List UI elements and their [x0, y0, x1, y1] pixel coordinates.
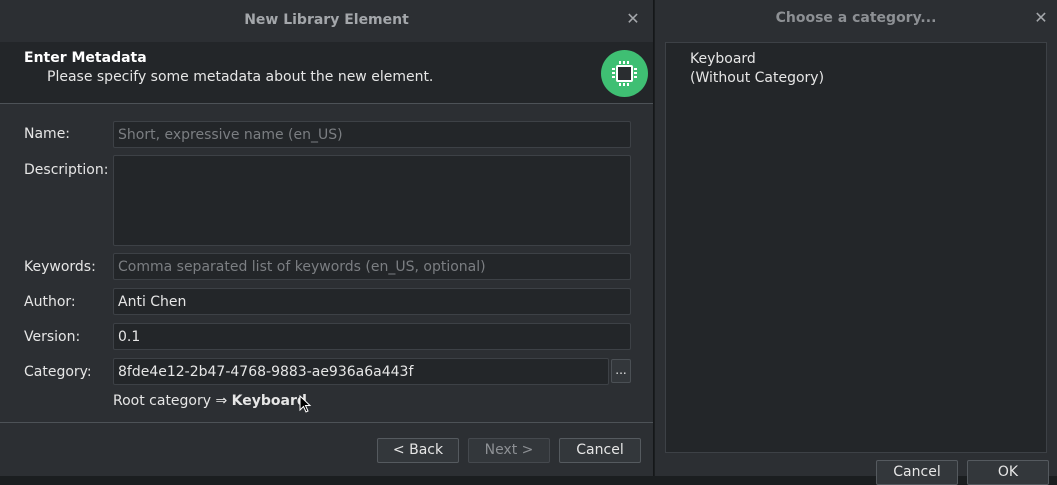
- back-button[interactable]: < Back: [377, 438, 459, 463]
- close-icon[interactable]: ✕: [1033, 8, 1049, 28]
- cancel-button[interactable]: Cancel: [559, 438, 641, 463]
- name-label: Name:: [24, 126, 71, 142]
- category-item-keyboard[interactable]: Keyboard: [690, 51, 756, 67]
- category-label: Category:: [24, 364, 92, 380]
- chip-icon: [601, 50, 648, 97]
- category-item-without-category[interactable]: (Without Category): [690, 70, 824, 86]
- mouse-cursor-icon: [299, 395, 312, 413]
- chooser-cancel-button[interactable]: Cancel: [876, 460, 958, 485]
- author-input[interactable]: [113, 288, 631, 315]
- next-button[interactable]: Next >: [468, 438, 550, 463]
- choose-category-dialog: Choose a category... ✕ Keyboard (Without…: [655, 0, 1057, 485]
- author-label: Author:: [24, 294, 76, 310]
- wizard-footer: < Back Next > Cancel: [0, 422, 653, 476]
- chooser-ok-button[interactable]: OK: [967, 460, 1049, 485]
- name-input[interactable]: [113, 121, 631, 148]
- version-input[interactable]: [113, 323, 631, 350]
- dialog-title: New Library Element: [244, 12, 409, 28]
- keywords-input[interactable]: [113, 253, 631, 280]
- category-input[interactable]: [113, 358, 609, 385]
- close-icon[interactable]: ✕: [625, 9, 641, 29]
- description-label: Description:: [24, 162, 109, 178]
- wizard-header: Enter Metadata Please specify some metad…: [0, 42, 653, 104]
- version-label: Version:: [24, 329, 81, 345]
- title-bar: New Library Element ✕: [0, 0, 653, 42]
- root-category-prefix: Root category ⇒: [113, 393, 232, 409]
- new-library-element-dialog: New Library Element ✕ Enter Metadata Ple…: [0, 0, 654, 476]
- root-category-path: Root category ⇒ Keyboard: [113, 393, 307, 409]
- keywords-label: Keywords:: [24, 259, 96, 275]
- chooser-title: Choose a category...: [775, 10, 937, 26]
- browse-category-button[interactable]: ...: [611, 359, 631, 383]
- root-category-name: Keyboard: [231, 393, 307, 409]
- description-textarea[interactable]: [113, 155, 631, 246]
- page-subtitle: Please specify some metadata about the n…: [47, 69, 434, 85]
- category-tree[interactable]: Keyboard (Without Category): [665, 42, 1047, 453]
- page-title: Enter Metadata: [24, 50, 147, 66]
